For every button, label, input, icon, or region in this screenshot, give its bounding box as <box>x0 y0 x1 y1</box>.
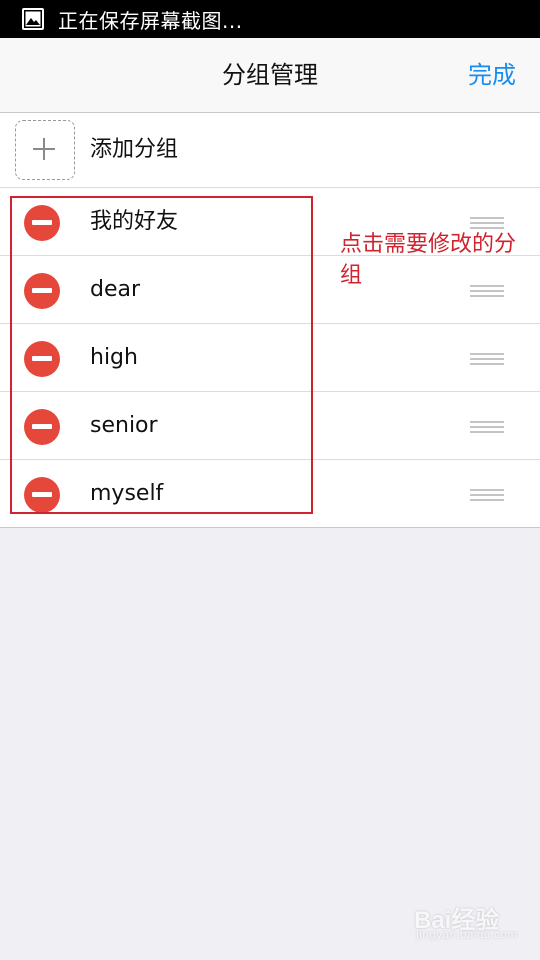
add-group-label[interactable]: 添加分组 <box>90 113 178 187</box>
page-title: 分组管理 <box>222 61 318 89</box>
group-row[interactable]: high <box>0 324 540 392</box>
group-name[interactable]: senior <box>90 392 158 459</box>
drag-handle-icon[interactable] <box>470 353 504 365</box>
group-name[interactable]: high <box>90 324 138 391</box>
watermark-logo: Bai经验 jingyan.baidu.com <box>414 898 526 946</box>
group-name[interactable]: dear <box>90 256 140 323</box>
drag-handle-icon[interactable] <box>470 489 504 501</box>
group-name[interactable]: myself <box>90 460 163 527</box>
watermark-url: jingyan.baidu.com <box>416 928 518 941</box>
delete-icon[interactable] <box>24 273 60 309</box>
status-bar: 正在保存屏幕截图... <box>0 0 540 38</box>
plus-icon <box>33 138 55 160</box>
delete-icon[interactable] <box>24 477 60 513</box>
drag-handle-icon[interactable] <box>470 421 504 433</box>
image-icon <box>22 8 44 30</box>
delete-icon[interactable] <box>24 409 60 445</box>
delete-icon[interactable] <box>24 341 60 377</box>
annotation-text: 点击需要修改的分组 <box>340 232 517 288</box>
group-list: 添加分组 我的好友 dear high senior myself <box>0 113 540 528</box>
nav-bar: 分组管理 完成 <box>0 38 540 113</box>
group-name[interactable]: 我的好友 <box>90 188 178 255</box>
status-text: 正在保存屏幕截图... <box>58 8 243 33</box>
drag-handle-icon[interactable] <box>470 217 504 229</box>
delete-icon[interactable] <box>24 205 60 241</box>
add-group-row[interactable]: 添加分组 <box>0 113 540 188</box>
add-group-button[interactable] <box>15 120 75 180</box>
group-row[interactable]: senior <box>0 392 540 460</box>
group-row[interactable]: myself <box>0 460 540 528</box>
done-button[interactable]: 完成 <box>468 38 516 112</box>
